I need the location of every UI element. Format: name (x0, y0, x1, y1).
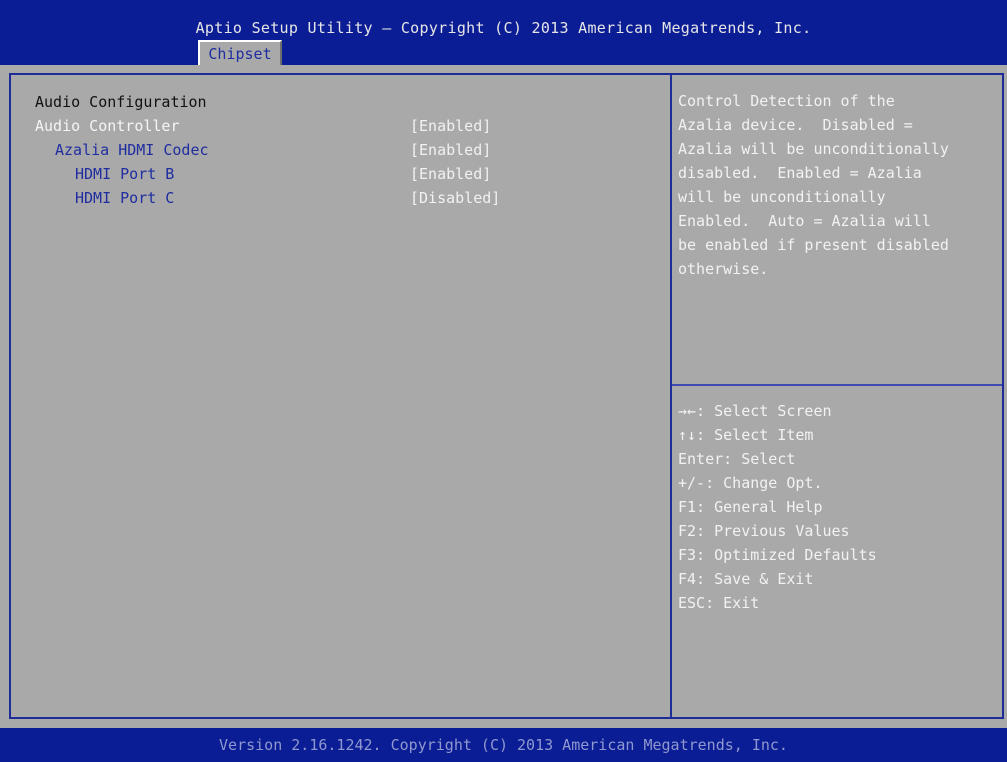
azalia-hdmi-codec-label[interactable]: Azalia HDMI Codec (55, 140, 209, 160)
azalia-hdmi-codec-value[interactable]: [Enabled] (410, 140, 491, 160)
hdmi-port-b-value[interactable]: [Enabled] (410, 164, 491, 184)
header-bar: Aptio Setup Utility – Copyright (C) 2013… (0, 0, 1007, 65)
key-hint-optimized-defaults: F3: Optimized Defaults (678, 546, 877, 564)
version-text: Version 2.16.1242. Copyright (C) 2013 Am… (219, 736, 788, 754)
key-hint-exit: ESC: Exit (678, 594, 760, 612)
help-text-line: will be unconditionally (678, 188, 886, 206)
key-hint-save-exit: F4: Save & Exit (678, 570, 814, 588)
key-hint-change-opt: +/-: Change Opt. (678, 474, 823, 492)
key-hint-select-item: ↑↓: Select Item (678, 426, 814, 444)
footer-bar: Version 2.16.1242. Copyright (C) 2013 Am… (0, 728, 1007, 762)
hdmi-port-c-label[interactable]: HDMI Port C (75, 188, 174, 208)
audio-controller-value[interactable]: [Enabled] (410, 116, 491, 136)
help-text-line: otherwise. (678, 260, 769, 278)
help-text-line: disabled. Enabled = Azalia (678, 164, 922, 182)
audio-controller-label[interactable]: Audio Controller (35, 116, 180, 136)
help-text-line: Control Detection of the (678, 92, 895, 110)
help-text-line: Azalia will be unconditionally (678, 140, 949, 158)
section-title: Audio Configuration (35, 93, 207, 111)
bios-screen: Aptio Setup Utility – Copyright (C) 2013… (0, 0, 1007, 762)
key-hint-previous-values: F2: Previous Values (678, 522, 850, 540)
hdmi-port-c-value[interactable]: [Disabled] (410, 188, 500, 208)
app-title: Aptio Setup Utility – Copyright (C) 2013… (195, 19, 812, 37)
tab-chipset[interactable]: Chipset (198, 40, 282, 65)
key-hint-select-screen: →←: Select Screen (678, 402, 832, 420)
help-text-line: Enabled. Auto = Azalia will (678, 212, 931, 230)
help-divider (672, 384, 1002, 386)
key-hint-enter: Enter: Select (678, 450, 796, 468)
help-panel: Control Detection of the Azalia device. … (672, 73, 1004, 719)
settings-panel: Audio Configuration Audio Controller [En… (9, 73, 672, 719)
help-text-line: be enabled if present disabled (678, 236, 949, 254)
help-text-line: Azalia device. Disabled = (678, 116, 913, 134)
key-hint-general-help: F1: General Help (678, 498, 823, 516)
hdmi-port-b-label[interactable]: HDMI Port B (75, 164, 174, 184)
